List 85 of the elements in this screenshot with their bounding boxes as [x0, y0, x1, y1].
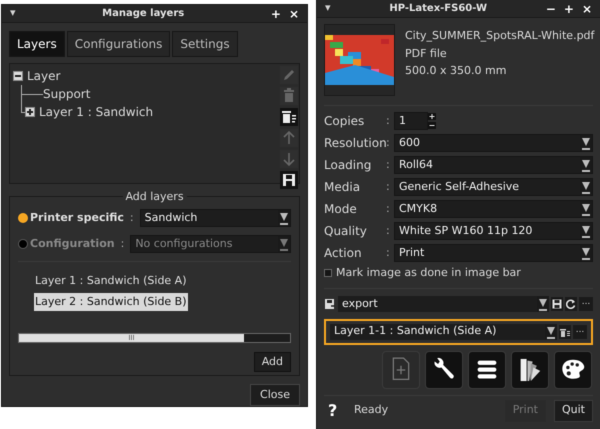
radio-label: Printer specific — [30, 210, 124, 226]
trash-list-icon — [280, 108, 298, 126]
window-menu-button[interactable]: ▾ — [10, 5, 16, 22]
refresh-button[interactable] — [565, 297, 577, 311]
dropdown[interactable]: CMYK8 — [394, 200, 593, 218]
setting-label: Quality — [324, 223, 368, 240]
dropdown[interactable]: 600 — [394, 134, 593, 152]
window-control-button[interactable]: + — [564, 2, 574, 14]
separator-colon: : — [130, 210, 134, 226]
help-button[interactable]: ? — [324, 398, 352, 422]
dropdown-arrow-icon — [580, 135, 592, 151]
spin-field[interactable]: 1 — [394, 112, 428, 130]
separator-colon: : — [386, 112, 391, 129]
layer-value: Layer 1-1 : Sandwich (Side A) — [334, 323, 498, 340]
setting-label: Action — [324, 245, 363, 262]
tool-button[interactable] — [280, 171, 298, 189]
window-control-button[interactable]: × — [582, 2, 592, 14]
dropdown-arrow-icon — [580, 179, 592, 195]
dropdown[interactable]: Sandwich — [140, 209, 291, 227]
setting-label: Mode — [324, 201, 358, 218]
checkbox[interactable] — [324, 269, 332, 278]
window-control-button[interactable]: × — [288, 8, 299, 20]
dropdown-arrow-icon — [580, 201, 592, 217]
add-button[interactable]: Add — [254, 352, 291, 372]
group-title: Add layers — [122, 189, 187, 206]
setting-label: Copies — [324, 113, 366, 130]
spinner-arrows-icon — [428, 112, 436, 130]
separator-colon: : — [386, 244, 391, 261]
refresh-icon — [566, 299, 576, 309]
toolbar-button[interactable] — [468, 350, 506, 388]
toolbar-button[interactable] — [554, 350, 592, 388]
more-button[interactable]: ... — [573, 324, 587, 338]
dropdown-arrow-icon — [580, 223, 592, 239]
separator-colon: : — [386, 156, 391, 173]
separator-colon: : — [386, 178, 391, 195]
dropdown-arrow-icon — [580, 157, 592, 173]
tree-item[interactable]: Support — [43, 85, 90, 103]
window-control-button[interactable]: + — [270, 8, 281, 20]
window-menu-button[interactable]: ▾ — [325, 0, 331, 17]
list-item[interactable]: Layer 2 : Sandwich (Side B) — [34, 292, 188, 311]
status-text: Ready — [354, 402, 390, 418]
tab[interactable]: Configurations — [66, 31, 170, 57]
tool-button[interactable] — [280, 108, 298, 126]
window-title: HP-Latex-FS60-W — [388, 2, 488, 16]
tab[interactable]: Layers — [9, 31, 65, 57]
collapse-icon[interactable] — [13, 71, 23, 81]
export-icon — [324, 298, 336, 310]
dropdown[interactable]: White SP W160 11p 120 — [394, 222, 593, 240]
dropdown[interactable]: Print — [394, 244, 593, 262]
radio-button[interactable] — [18, 213, 28, 223]
tree-item[interactable]: Layer 1 : Sandwich — [39, 103, 154, 121]
setting-label: Media — [324, 179, 362, 196]
dropdown[interactable]: Generic Self-Adhesive — [394, 178, 593, 196]
toolbar-button[interactable] — [511, 350, 549, 388]
checkbox-label: Mark image as done in image bar — [336, 265, 521, 281]
dropdown-arrow-icon — [580, 245, 592, 261]
dropdown-arrow-icon — [537, 296, 549, 312]
more-button[interactable]: ... — [579, 297, 593, 311]
dropdown[interactable]: export — [338, 296, 549, 312]
separator-colon: : — [386, 200, 391, 217]
dropdown-arrow-icon — [278, 236, 290, 252]
tab[interactable]: Settings — [172, 31, 238, 57]
expand-icon[interactable] — [25, 107, 35, 117]
file-size: 500.0 x 350.0 mm — [405, 63, 508, 79]
file-name: City_SUMMER_SpotsRAL-White.pdf — [405, 28, 594, 44]
list-item[interactable]: Layer 1 : Sandwich (Side A) — [34, 272, 188, 290]
trash-list-button[interactable] — [559, 324, 571, 338]
separator-colon: : — [386, 222, 391, 239]
separator-colon: : — [386, 134, 391, 151]
footer-button[interactable]: Quit — [554, 400, 593, 422]
floppy-disk-button[interactable] — [551, 297, 563, 311]
separator-colon: : — [120, 236, 124, 252]
file-type: PDF file — [405, 46, 448, 62]
radio-label: Configuration — [30, 236, 115, 252]
window-title: Manage layers — [101, 7, 186, 21]
layer-selector[interactable]: Layer 1-1 : Sandwich (Side A) ... — [324, 318, 593, 344]
window-control-button[interactable]: − — [546, 2, 556, 14]
dropdown-arrow-icon — [278, 210, 290, 226]
close-button[interactable]: Close — [250, 384, 300, 406]
setting-label: Loading — [324, 157, 372, 174]
setting-label: Resolution — [324, 135, 386, 152]
dropdown[interactable]: Roll64 — [394, 156, 593, 174]
toolbar-button[interactable] — [425, 350, 463, 388]
tree-item[interactable]: Layer — [27, 67, 60, 85]
trash-list-icon — [560, 326, 570, 336]
